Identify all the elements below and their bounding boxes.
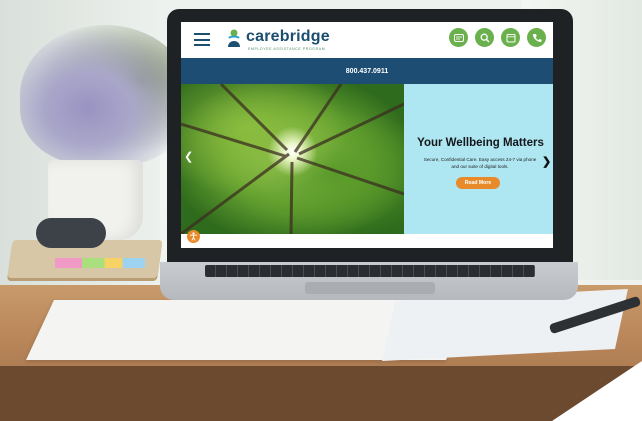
laptop-keyboard <box>205 265 535 277</box>
accessibility-icon[interactable] <box>187 230 200 243</box>
hero-description: Secure, Confidential Care. Easy access 2… <box>423 157 537 169</box>
hero-title: Your Wellbeing Matters <box>417 137 544 149</box>
header-icons <box>449 28 546 47</box>
phone-icon[interactable] <box>527 28 546 47</box>
hero-carousel: ❮ Your Wellbeing Matters Secure, Confide… <box>181 84 553 234</box>
chat-icon[interactable] <box>449 28 468 47</box>
search-icon[interactable] <box>475 28 494 47</box>
logo-mark-icon <box>228 29 240 47</box>
forest-canopy-image: ❮ <box>181 84 404 234</box>
carousel-next-arrow[interactable]: ❯ <box>542 155 551 168</box>
tree-trunks <box>181 84 404 234</box>
carebridge-logo[interactable]: carebridge EMPLOYEE ASSISTANCE PROGRAM <box>226 28 376 54</box>
hero-text-panel: Your Wellbeing Matters Secure, Confident… <box>404 84 553 234</box>
lavender-plant <box>20 25 190 165</box>
corner-cutout <box>552 361 642 421</box>
phone-number[interactable]: 800.437.0911 <box>346 68 388 75</box>
read-more-button[interactable]: Read More <box>456 177 500 189</box>
laptop-screen: carebridge EMPLOYEE ASSISTANCE PROGRAM 8… <box>181 22 553 248</box>
phone-bar: 800.437.0911 <box>181 58 553 84</box>
desk-edge <box>0 366 642 421</box>
earbuds-case <box>36 218 106 248</box>
menu-icon[interactable] <box>194 33 210 46</box>
sticky-tabs <box>55 258 145 268</box>
laptop-trackpad <box>305 282 435 294</box>
logo-tagline: EMPLOYEE ASSISTANCE PROGRAM <box>248 47 326 51</box>
site-header: carebridge EMPLOYEE ASSISTANCE PROGRAM <box>181 22 553 58</box>
calendar-icon[interactable] <box>501 28 520 47</box>
logo-name: carebridge <box>246 28 330 45</box>
carousel-prev-arrow[interactable]: ❮ <box>184 150 193 163</box>
photo-scene: carebridge EMPLOYEE ASSISTANCE PROGRAM 8… <box>0 0 642 421</box>
